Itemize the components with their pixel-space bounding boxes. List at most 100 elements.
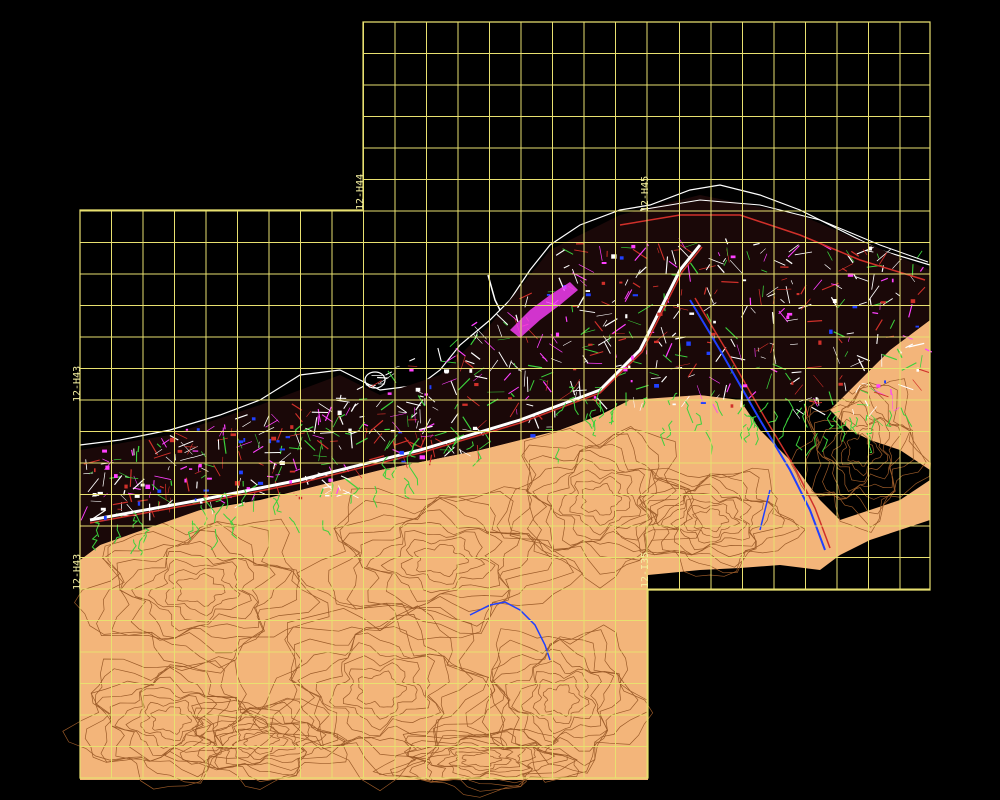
building bbox=[105, 465, 110, 470]
building bbox=[145, 484, 151, 489]
building bbox=[786, 315, 790, 319]
building bbox=[124, 484, 128, 489]
building bbox=[199, 501, 203, 504]
sheet-label-12-H45: 12-H45 bbox=[640, 175, 651, 212]
building bbox=[876, 384, 881, 388]
building bbox=[103, 515, 107, 521]
building bbox=[474, 383, 479, 387]
building bbox=[271, 436, 277, 441]
building bbox=[289, 480, 292, 484]
building bbox=[444, 371, 449, 374]
building bbox=[593, 396, 597, 399]
sheet-label-12-H43-lower: 12-H43 bbox=[72, 553, 83, 590]
building bbox=[462, 403, 468, 406]
building bbox=[401, 460, 406, 463]
street-segment bbox=[223, 424, 226, 430]
building bbox=[880, 301, 886, 304]
building bbox=[631, 355, 634, 360]
street-segment bbox=[890, 388, 892, 395]
building bbox=[94, 468, 96, 473]
building bbox=[672, 403, 676, 406]
building bbox=[796, 293, 800, 296]
building bbox=[619, 256, 624, 260]
building bbox=[625, 314, 628, 319]
building bbox=[337, 410, 342, 415]
building bbox=[686, 341, 691, 346]
building bbox=[585, 290, 590, 292]
street-segment bbox=[526, 376, 529, 393]
building bbox=[100, 507, 106, 511]
building bbox=[472, 426, 478, 430]
building bbox=[285, 436, 290, 439]
cad-map-canvas[interactable] bbox=[0, 0, 1000, 800]
street-segment bbox=[184, 446, 197, 448]
building bbox=[601, 281, 606, 285]
building bbox=[910, 299, 916, 304]
building bbox=[185, 428, 189, 431]
building bbox=[706, 351, 711, 355]
building bbox=[555, 332, 560, 337]
building bbox=[251, 417, 256, 421]
building bbox=[415, 387, 421, 392]
building bbox=[137, 501, 141, 506]
building bbox=[419, 455, 425, 460]
building bbox=[290, 425, 294, 429]
building bbox=[399, 450, 404, 455]
building bbox=[530, 434, 536, 438]
street-segment bbox=[152, 480, 155, 491]
building bbox=[196, 428, 200, 431]
building bbox=[742, 279, 747, 282]
building bbox=[243, 438, 246, 442]
building bbox=[787, 312, 793, 316]
building bbox=[230, 433, 236, 437]
building bbox=[177, 449, 183, 453]
building bbox=[630, 380, 633, 383]
building bbox=[791, 381, 794, 385]
building bbox=[194, 498, 197, 501]
building bbox=[601, 262, 607, 264]
building bbox=[838, 382, 843, 386]
street-segment bbox=[137, 445, 140, 453]
building bbox=[619, 281, 623, 284]
building bbox=[654, 384, 659, 388]
street-segment bbox=[266, 475, 274, 478]
sheet-label-12-H44: 12-H44 bbox=[355, 173, 366, 210]
building bbox=[246, 487, 250, 490]
building bbox=[257, 481, 264, 485]
building bbox=[623, 367, 628, 372]
building bbox=[884, 380, 886, 384]
sheet-label-12-H43-upper: 12-H43 bbox=[72, 365, 83, 402]
building bbox=[387, 392, 392, 395]
building bbox=[632, 294, 638, 297]
building bbox=[289, 470, 296, 473]
building bbox=[238, 440, 244, 444]
building bbox=[279, 448, 285, 451]
building bbox=[184, 478, 187, 483]
building bbox=[585, 293, 591, 297]
building bbox=[818, 340, 822, 345]
building bbox=[469, 369, 473, 373]
building bbox=[852, 305, 858, 309]
building bbox=[508, 397, 512, 400]
street-segment bbox=[911, 264, 914, 278]
building bbox=[915, 325, 919, 328]
building bbox=[654, 340, 659, 344]
building bbox=[276, 440, 280, 443]
building bbox=[114, 474, 118, 478]
street-segment bbox=[329, 440, 338, 442]
building bbox=[730, 255, 736, 259]
building bbox=[713, 320, 716, 324]
building bbox=[829, 329, 833, 334]
sheet-label-12-H45-lower: 12-I35 bbox=[640, 551, 651, 588]
building bbox=[198, 463, 202, 468]
building bbox=[730, 404, 734, 408]
building bbox=[689, 312, 695, 315]
building bbox=[429, 385, 432, 390]
street-segment bbox=[170, 480, 173, 486]
building bbox=[207, 477, 212, 480]
building bbox=[631, 244, 636, 249]
building bbox=[700, 402, 706, 404]
building bbox=[157, 489, 162, 493]
building bbox=[239, 470, 243, 475]
building bbox=[588, 343, 593, 346]
